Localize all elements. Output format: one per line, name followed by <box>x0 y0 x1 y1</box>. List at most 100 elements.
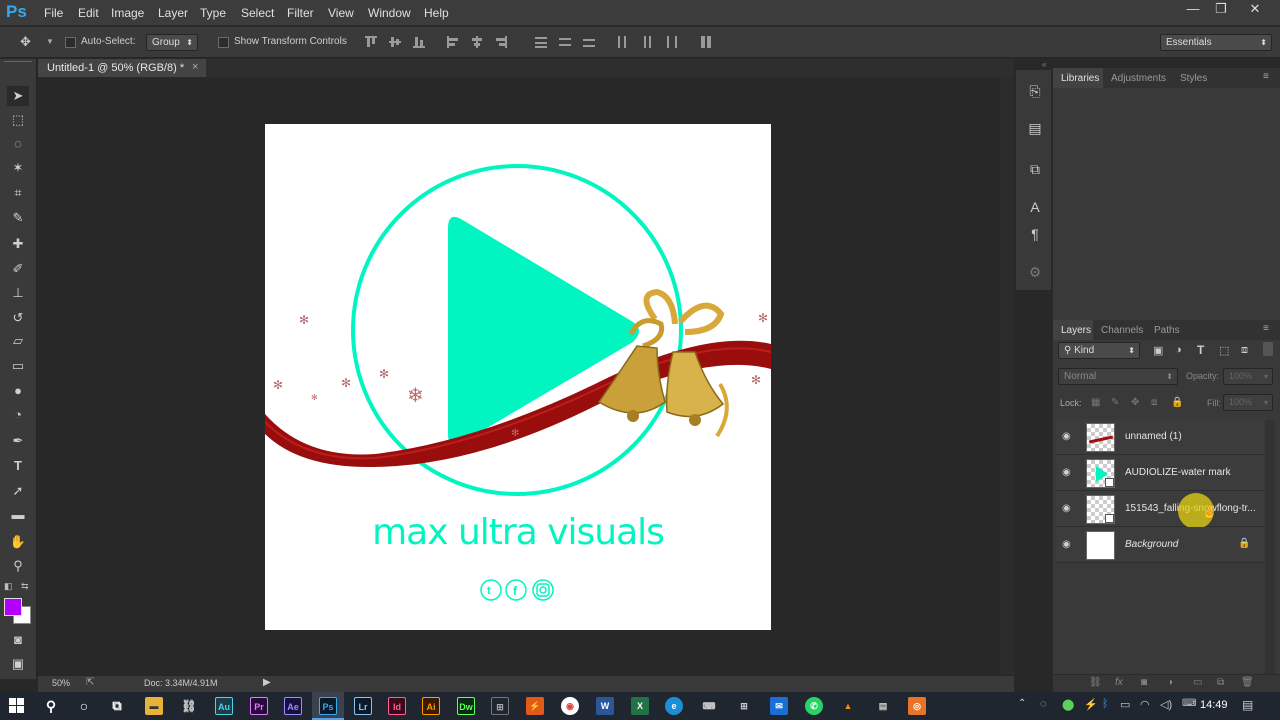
notes-icon[interactable]: ▤ <box>874 697 892 715</box>
align-vcenter-icon[interactable] <box>388 35 402 49</box>
premiere-icon[interactable]: Pr <box>250 697 268 715</box>
hand-tool-icon[interactable]: ✋ <box>7 532 29 552</box>
marquee-tool-icon[interactable]: ⬚ <box>7 110 29 130</box>
lock-position-icon[interactable]: ✥ <box>1131 397 1139 408</box>
swap-colors-icon[interactable]: ⇆ <box>21 581 29 592</box>
document-tab[interactable]: Untitled-1 @ 50% (RGB/8) * × <box>38 59 206 77</box>
menu-image[interactable]: Image <box>111 6 144 20</box>
tab-adjustments[interactable]: Adjustments <box>1111 73 1166 84</box>
menu-filter[interactable]: Filter <box>287 6 314 20</box>
search-icon[interactable]: ⚲ <box>42 697 60 715</box>
clock[interactable]: 14:49 <box>1200 699 1228 711</box>
tool-preset-chevron-icon[interactable]: ▼ <box>46 37 54 46</box>
zoom-level[interactable]: 50% <box>52 678 70 688</box>
language-icon[interactable]: ⌨ <box>1182 698 1196 709</box>
align-top-icon[interactable] <box>364 35 378 49</box>
eraser-tool-icon[interactable]: ▱ <box>7 331 29 351</box>
distribute-bottom-icon[interactable] <box>582 35 596 49</box>
screen-mode-icon[interactable]: ▣ <box>7 654 29 674</box>
tool-presets-panel-icon[interactable]: ⚙ <box>1027 264 1043 280</box>
filter-adjustment-icon[interactable]: ◑ <box>1175 344 1182 356</box>
tab-libraries[interactable]: Libraries <box>1061 73 1099 84</box>
mail-icon[interactable]: ✉ <box>770 697 788 715</box>
paragraph-panel-icon[interactable]: ¶ <box>1027 226 1043 242</box>
auto-select-checkbox[interactable] <box>65 37 76 48</box>
distribute-vcenter-icon[interactable] <box>558 35 572 49</box>
vertical-scrollbar[interactable] <box>1000 77 1014 675</box>
distribute-left-icon[interactable] <box>616 35 630 49</box>
blend-mode-dropdown[interactable]: Normal ⬍ <box>1058 368 1178 385</box>
tray-chevron-icon[interactable]: ⌃ <box>1018 698 1026 709</box>
workspace-dropdown[interactable]: Essentials ⬍ <box>1160 34 1272 51</box>
align-right-icon[interactable] <box>494 35 508 49</box>
word-icon[interactable]: W <box>596 697 614 715</box>
healing-brush-tool-icon[interactable]: ✚ <box>7 234 29 254</box>
tray-security-icon[interactable]: ⬤ <box>1062 698 1074 711</box>
filter-kind-dropdown[interactable]: ⚲ Kind ⬍ <box>1058 342 1140 359</box>
status-menu-arrow-icon[interactable]: ▶ <box>263 677 271 688</box>
cortana-icon[interactable]: ○ <box>75 697 93 715</box>
align-bottom-icon[interactable] <box>412 35 426 49</box>
brush-tool-icon[interactable]: ✐ <box>7 259 29 279</box>
bluetooth-icon[interactable]: ᛒ <box>1102 698 1109 710</box>
restore-button[interactable]: ❐ <box>1206 0 1236 20</box>
foreground-color-swatch[interactable] <box>4 598 22 616</box>
tab-channels[interactable]: Channels <box>1101 325 1143 336</box>
filter-toggle[interactable] <box>1263 342 1273 356</box>
battery-icon[interactable]: ▭ <box>1120 698 1130 711</box>
rectangle-tool-icon[interactable]: ▬ <box>7 505 29 525</box>
align-hcenter-icon[interactable] <box>470 35 484 49</box>
layer-row[interactable]: ◉ AUDIOLIZE-water mark <box>1056 455 1264 491</box>
network-app-icon[interactable]: ⛓ <box>180 697 198 715</box>
history-panel-icon[interactable]: ⎘ <box>1027 83 1043 99</box>
filter-type-icon[interactable]: T <box>1197 343 1204 357</box>
menu-type[interactable]: Type <box>200 6 226 20</box>
chrome-icon[interactable]: ◉ <box>561 697 579 715</box>
delete-layer-icon[interactable]: 🗑 <box>1241 677 1254 688</box>
tab-layers[interactable]: Layers <box>1061 325 1091 336</box>
recorder-icon[interactable]: ◎ <box>908 697 926 715</box>
keyboard-icon[interactable]: ⌨ <box>700 697 718 715</box>
indesign-icon[interactable]: Id <box>388 697 406 715</box>
export-icon[interactable]: ⇱ <box>86 677 94 688</box>
collapse-arrows-icon[interactable]: « <box>1042 60 1046 69</box>
default-colors-icon[interactable]: ◧ <box>4 581 13 592</box>
layers-scrollbar[interactable] <box>1265 420 1275 678</box>
illustrator-icon[interactable]: Ai <box>422 697 440 715</box>
dodge-tool-icon[interactable]: ◔ <box>7 405 29 425</box>
move-tool-icon[interactable]: ➤ <box>7 86 29 106</box>
menu-help[interactable]: Help <box>424 6 449 20</box>
align-left-icon[interactable] <box>446 35 460 49</box>
opacity-input[interactable]: 100% ▾ <box>1223 368 1273 385</box>
filter-shape-icon[interactable]: ⬚ <box>1219 344 1229 357</box>
filter-smart-object-icon[interactable]: ⧈ <box>1241 344 1248 357</box>
notification-icon[interactable]: ▤ <box>1242 698 1253 712</box>
task-view-icon[interactable]: ⧉ <box>108 697 126 715</box>
audition-icon[interactable]: Au <box>215 697 233 715</box>
distribute-right-icon[interactable] <box>664 35 678 49</box>
tab-paths[interactable]: Paths <box>1154 325 1180 336</box>
history-brush-tool-icon[interactable]: ↺ <box>7 308 29 328</box>
lock-all-icon[interactable]: 🔒 <box>1171 397 1183 408</box>
layer-row[interactable]: ◉ 151543_falling-snowflong-tr... ☝ <box>1056 491 1264 529</box>
toolbar-grip[interactable] <box>4 61 32 63</box>
layers-panel-menu-icon[interactable]: ≡ <box>1263 323 1269 334</box>
volume-icon[interactable]: ◁) <box>1160 698 1172 711</box>
menu-select[interactable]: Select <box>241 6 274 20</box>
move-tool-icon[interactable]: ✥ <box>20 34 42 50</box>
tray-network-icon[interactable]: ⚡ <box>1084 698 1098 711</box>
media-encoder-icon[interactable]: ⊞ <box>491 697 509 715</box>
app-grid-icon[interactable]: ⊞ <box>735 697 753 715</box>
distribute-hcenter-icon[interactable] <box>640 35 654 49</box>
crop-tool-icon[interactable]: ⌗ <box>7 183 29 203</box>
type-tool-icon[interactable]: T <box>7 456 29 476</box>
path-selection-tool-icon[interactable]: ➚ <box>7 481 29 501</box>
visibility-eye-icon[interactable]: ◉ <box>1062 467 1074 479</box>
visibility-eye-icon[interactable]: ◉ <box>1062 503 1074 515</box>
clone-stamp-tool-icon[interactable]: ⊥ <box>7 283 29 303</box>
menu-layer[interactable]: Layer <box>158 6 188 20</box>
lock-pixels-icon[interactable]: ✎ <box>1111 397 1119 408</box>
close-tab-icon[interactable]: × <box>192 61 198 73</box>
zoom-tool-icon[interactable]: ⚲ <box>7 556 29 576</box>
properties-panel-icon[interactable]: ▤ <box>1027 120 1043 136</box>
